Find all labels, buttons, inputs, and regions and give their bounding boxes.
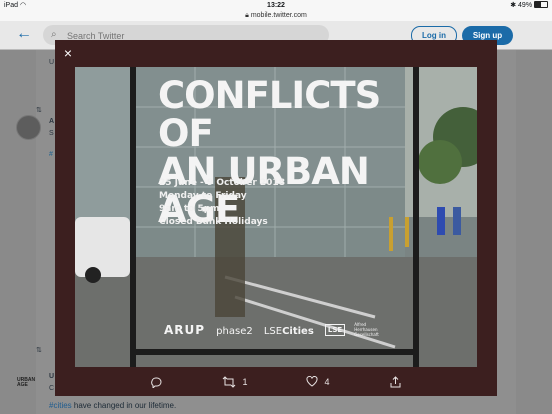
battery-icon <box>534 1 548 8</box>
retweet-button[interactable]: 1 <box>222 376 248 388</box>
clock: 13:22 <box>267 2 285 9</box>
like-count: 4 <box>324 376 330 387</box>
like-button[interactable]: 4 <box>306 376 330 387</box>
share-icon <box>390 376 401 388</box>
battery-indicator: ✱ 49% <box>510 0 548 11</box>
heart-icon <box>306 376 318 387</box>
logo-alfred-herrhausen: Alfred Herrhausen Gesellschaft <box>354 322 379 337</box>
reply-button[interactable] <box>150 376 162 390</box>
reply-icon <box>151 377 162 390</box>
tweet-actions: 1 4 <box>55 369 497 396</box>
close-icon[interactable]: × <box>61 46 75 60</box>
avatar[interactable]: URBAN AGE <box>17 378 41 388</box>
avatar[interactable] <box>16 115 41 140</box>
logo-lse-box: LSE <box>324 324 346 336</box>
poster-hours: 9am to 5pm <box>159 204 220 214</box>
logo-lse: LSE <box>263 326 283 337</box>
address-bar[interactable]: 🔒︎ mobile.twitter.com <box>0 11 552 21</box>
feed-fragment: S <box>49 130 54 137</box>
poster-logos: ARUP phase2 LSECities LSE Alfred Herrhau… <box>164 319 414 338</box>
back-arrow-icon[interactable]: ← <box>16 25 32 43</box>
feed-fragment: A <box>49 118 55 125</box>
logo-arup: ARUP <box>164 323 206 337</box>
hashtag-link[interactable]: #cities <box>49 401 72 410</box>
bluetooth-icon: ✱ <box>510 2 517 9</box>
logo-cities: Cities <box>282 326 314 337</box>
retweet-icon <box>222 376 236 388</box>
poster-headline-line1: CONFLICTS OF <box>158 74 381 155</box>
feed-fragment: U <box>49 59 55 66</box>
lock-icon: 🔒︎ <box>245 12 249 19</box>
tweet-text: #cities have changed in our lifetime. <box>49 401 176 410</box>
logo-phase2: phase2 <box>216 326 253 337</box>
url-text: mobile.twitter.com <box>250 12 307 19</box>
feed-fragment: C <box>49 385 55 392</box>
status-bar: iPad ◠ 13:22 ✱ 49% <box>0 0 552 11</box>
media-modal: × CONFLICTS OF AN URBAN AGE 25 June - 9 … <box>55 40 497 396</box>
share-button[interactable] <box>390 376 401 388</box>
poster-days: Monday to Friday <box>159 191 247 201</box>
feed-fragment: U <box>49 373 55 380</box>
poster-dates: 25 June - 9 October 2018 <box>159 178 285 188</box>
tweet-text-rest: have changed in our lifetime. <box>71 401 177 410</box>
feed-fragment: # <box>49 151 53 158</box>
poster-details: 25 June - 9 October 2018 Monday to Frida… <box>159 177 285 229</box>
retweet-count: 1 <box>242 377 248 387</box>
retweet-small-icon: ⇅ <box>36 107 42 114</box>
tweet-photo[interactable]: CONFLICTS OF AN URBAN AGE 25 June - 9 Oc… <box>75 67 477 367</box>
poster-note: Closed Bank Holidays <box>159 217 268 227</box>
retweet-small-icon: ⇅ <box>36 347 42 354</box>
